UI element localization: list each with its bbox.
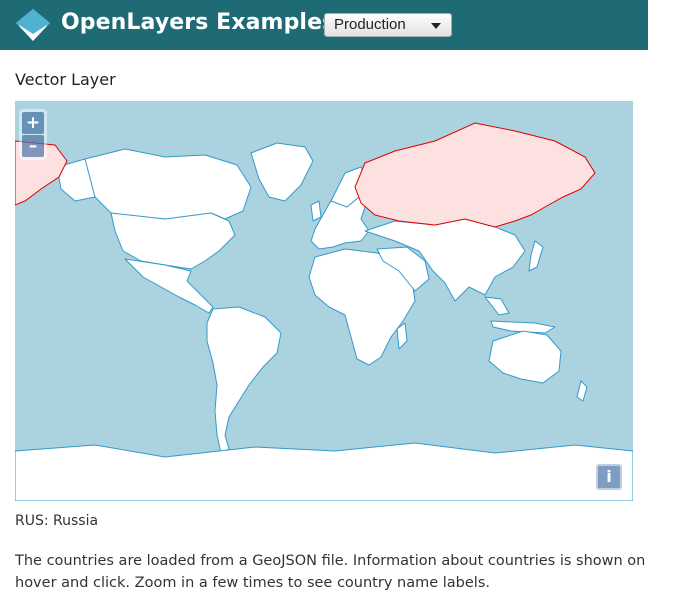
- country-uk: [310, 200, 322, 222]
- version-select[interactable]: Production: [324, 13, 452, 37]
- zoom-in-button[interactable]: +: [22, 112, 44, 134]
- openlayers-logo-icon[interactable]: [14, 6, 52, 44]
- page-title: Vector Layer: [15, 70, 116, 89]
- country-info-text: RUS: Russia: [15, 513, 99, 529]
- version-select-value: Production: [334, 16, 406, 33]
- chevron-down-icon: [431, 23, 441, 29]
- world-map[interactable]: [15, 101, 633, 501]
- app-title[interactable]: OpenLayers Examples: [61, 10, 335, 35]
- example-description: The countries are loaded from a GeoJSON …: [15, 553, 646, 591]
- zoom-out-button[interactable]: –: [22, 135, 44, 157]
- map-viewport[interactable]: + – i: [15, 101, 633, 501]
- header-bar: OpenLayers Examples Production: [0, 0, 648, 50]
- continent-antarctica: [15, 442, 633, 501]
- attribution-button[interactable]: i: [596, 464, 622, 490]
- zoom-control: + –: [19, 109, 47, 160]
